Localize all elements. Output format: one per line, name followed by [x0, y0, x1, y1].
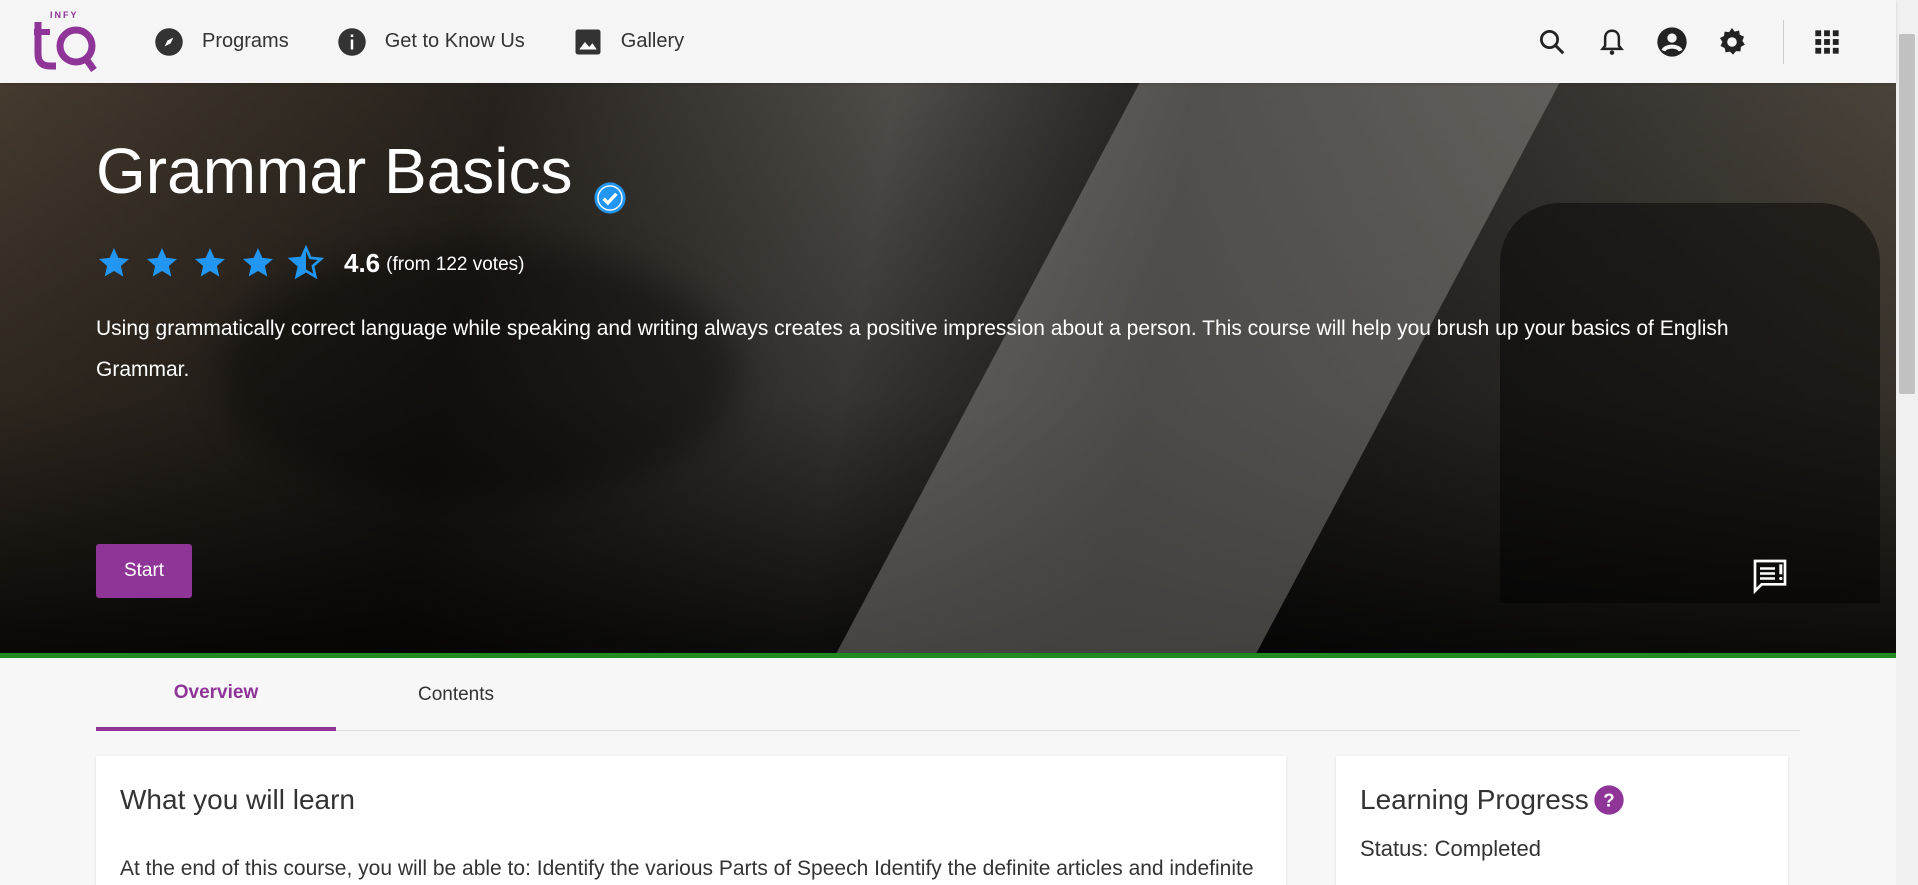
apps-grid-icon[interactable] [1810, 25, 1844, 59]
start-button[interactable]: Start [96, 544, 192, 598]
nav-gallery[interactable]: Gallery [573, 27, 684, 57]
nav-gallery-label: Gallery [620, 30, 685, 52]
rating-value: 4.6 [344, 247, 381, 278]
progress-heading: Learning Progress ? [1360, 784, 1625, 816]
scrollbar-thumb[interactable] [1899, 34, 1915, 394]
account-icon[interactable] [1655, 25, 1689, 59]
header-divider [1783, 19, 1784, 64]
header-actions [1535, 0, 1844, 83]
nav-programs[interactable]: Programs [154, 27, 289, 57]
learn-text: At the end of this course, you will be a… [120, 857, 1254, 880]
course-hero: Grammar Basics 4.6 (from 122 votes) Usin… [0, 83, 1896, 653]
bell-icon[interactable] [1595, 25, 1629, 59]
star-full-icon [192, 245, 228, 281]
star-half-icon [287, 244, 325, 281]
info-icon [337, 27, 367, 57]
course-rating: 4.6 (from 122 votes) [96, 244, 525, 281]
star-full-icon [240, 245, 276, 281]
svg-text:INFY: INFY [50, 10, 79, 20]
page-scrollbar[interactable] [1896, 0, 1918, 885]
verified-badge-icon [593, 156, 627, 214]
learning-progress-card: Learning Progress ? Status: Completed [1336, 756, 1788, 885]
progress-status: Status: Completed [1360, 836, 1541, 861]
notes-icon[interactable] [1750, 556, 1790, 596]
gear-icon[interactable] [1715, 25, 1749, 59]
course-title: Grammar Basics [96, 134, 627, 214]
svg-text:?: ? [1603, 790, 1614, 811]
course-tabs: Overview Contents [96, 658, 1800, 731]
infytq-logo[interactable]: INFY [34, 8, 100, 73]
course-title-text: Grammar Basics [96, 135, 573, 207]
learn-heading: What you will learn [120, 784, 355, 815]
star-full-icon [144, 245, 180, 281]
course-description: Using grammatically correct language whi… [96, 317, 1729, 381]
what-you-will-learn-card: What you will learn At the end of this c… [96, 756, 1286, 885]
nav-get-to-know-us-label: Get to Know Us [384, 30, 525, 52]
tab-contents[interactable]: Contents [336, 658, 576, 731]
image-icon [573, 27, 603, 57]
star-full-icon [96, 245, 132, 281]
top-header: INFY Programs Get to Know Us Gallery [0, 0, 1896, 83]
nav-programs-label: Programs [202, 30, 289, 52]
main-nav: Programs Get to Know Us Gallery [154, 0, 732, 83]
nav-get-to-know-us[interactable]: Get to Know Us [337, 27, 525, 57]
hero-background-shape [1500, 203, 1880, 603]
rating-votes: (from 122 votes) [386, 254, 525, 275]
search-icon[interactable] [1535, 25, 1569, 59]
tab-overview[interactable]: Overview [96, 658, 336, 731]
progress-heading-text: Learning Progress [1360, 784, 1589, 815]
compass-icon [154, 27, 184, 57]
help-icon[interactable]: ? [1593, 784, 1625, 816]
